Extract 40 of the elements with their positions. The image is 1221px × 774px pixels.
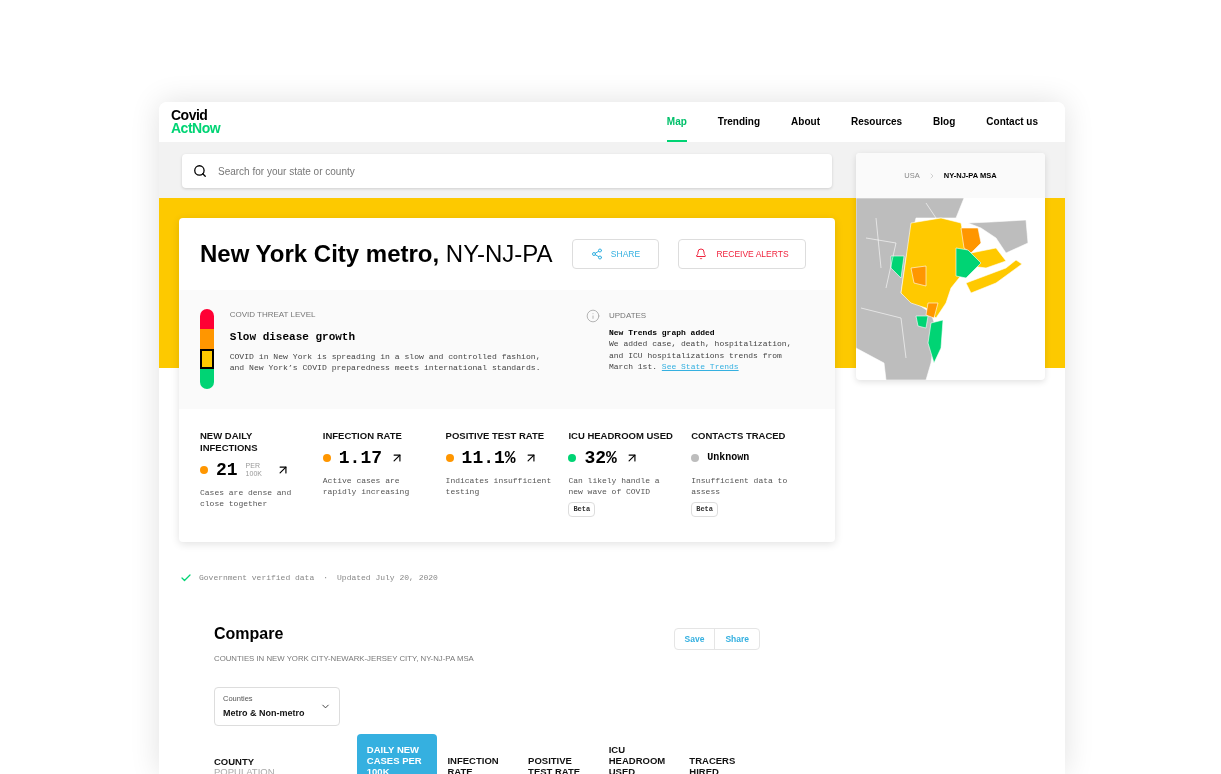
metric-value: 11.1% — [461, 447, 516, 469]
alerts-button[interactable]: RECEIVE ALERTS — [678, 239, 806, 269]
metric-label: ICU HEADROOM USED — [568, 430, 674, 442]
metric-description: Can likely handle a new wave of COVID — [568, 475, 661, 497]
metric-value: Unknown — [707, 451, 750, 465]
metric-value: 21 — [216, 459, 238, 481]
separator-dot: · — [323, 572, 329, 584]
nav-link[interactable]: Blog — [933, 102, 956, 142]
metric-label: INFECTION RATE — [322, 430, 403, 442]
verified-note: Government verified data — [199, 572, 315, 584]
nav-link[interactable]: Contact us — [986, 102, 1038, 142]
check-icon — [180, 572, 192, 584]
updated-date: Updated July 20, 2020 — [337, 572, 438, 584]
nav-link[interactable]: Trending — [717, 102, 761, 142]
threat-level-name: Slow disease growth — [229, 330, 357, 344]
updates-heading: UPDATES — [609, 311, 648, 321]
threat-heading: COVID THREAT LEVEL — [229, 310, 317, 320]
update-text: We added case, death, hospitalization, and ICU hospitalizations trends from March 1st. See State Trends — [609, 338, 793, 373]
share-icon — [590, 248, 603, 260]
search-icon — [193, 164, 207, 178]
compare-title: Compare — [214, 624, 284, 644]
nav-link[interactable]: About — [791, 102, 820, 142]
bell-icon — [695, 248, 708, 260]
logo[interactable]: Covid ActNow — [171, 109, 221, 135]
metric-value: 1.17 — [338, 447, 382, 469]
metric-label: NEW DAILY INFECTIONS — [200, 430, 259, 454]
nav-link[interactable]: Resources — [850, 102, 903, 142]
metric-description: Indicates insufficient testing — [445, 475, 553, 497]
location-title: New York City metro, NY-NJ-PA — [200, 239, 554, 269]
metric-value: 32% — [584, 447, 617, 469]
metric-description: Active cases are rapidly increasing — [322, 475, 411, 497]
search-field[interactable]: Search for your state or county — [182, 154, 832, 188]
metric-description: Insufficient data to assess — [691, 475, 789, 497]
metric-description: Cases are dense and close together — [200, 487, 293, 509]
info-icon — [586, 309, 600, 323]
metric-label: CONTACTS TRACED — [691, 430, 787, 442]
threat-description: COVID in New York is spreading in a slow and controlled fashion, and New York’s COVID preparedness meets international standards. — [229, 351, 542, 373]
dropdown-value: Metro & Non-metro — [223, 707, 305, 719]
update-title: New Trends graph added — [609, 327, 716, 338]
metric-label: POSITIVE TEST RATE — [445, 430, 546, 442]
